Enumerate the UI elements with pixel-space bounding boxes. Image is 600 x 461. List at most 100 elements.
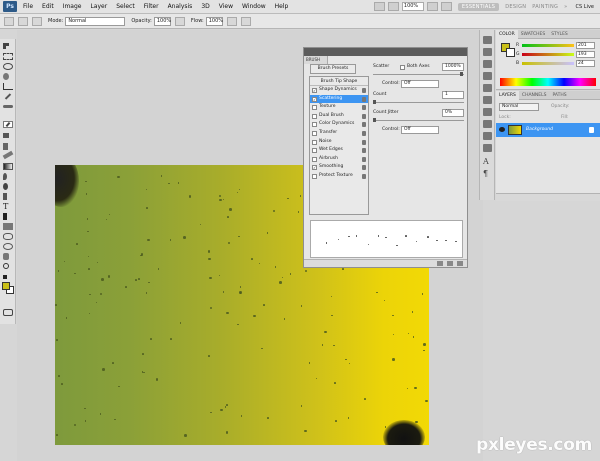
brush-tip-shape-item[interactable]: Brush Tip Shape bbox=[310, 77, 368, 86]
workspace-design[interactable]: DESIGN bbox=[505, 4, 526, 10]
layer-name[interactable]: Background bbox=[526, 127, 553, 132]
checkbox-airbrush[interactable] bbox=[312, 156, 317, 162]
lock-icon[interactable] bbox=[362, 105, 366, 111]
tab-layers[interactable]: LAYERS bbox=[496, 90, 519, 100]
layer-row-background[interactable]: Background bbox=[496, 123, 600, 137]
menu-select[interactable]: Select bbox=[116, 3, 135, 10]
tip-item-smoothing[interactable]: ✓ Smoothing bbox=[310, 163, 368, 172]
menu-filter[interactable]: Filter bbox=[144, 3, 159, 10]
clone-stamp-tool-icon[interactable] bbox=[3, 133, 13, 140]
hand-tool-icon[interactable] bbox=[3, 253, 13, 260]
r-value[interactable]: 201 bbox=[576, 42, 595, 49]
brush-panel-tab[interactable]: BRUSH bbox=[304, 56, 328, 64]
tab-styles[interactable]: STYLES bbox=[548, 32, 571, 37]
brush-tool-preset-icon[interactable] bbox=[4, 16, 14, 26]
brush-presets-panel-icon[interactable] bbox=[483, 120, 492, 128]
marquee-tool-icon[interactable] bbox=[3, 53, 13, 60]
workspace-painting[interactable]: PAINTING bbox=[532, 4, 558, 10]
scatter-slider-knob[interactable] bbox=[460, 72, 463, 76]
dodge-tool-icon[interactable] bbox=[3, 183, 13, 190]
brush-panel-titlebar[interactable] bbox=[304, 48, 467, 56]
brush-picker-icon[interactable] bbox=[18, 16, 28, 26]
move-tool-icon[interactable] bbox=[3, 43, 13, 50]
b-value[interactable]: 24 bbox=[576, 60, 595, 67]
tip-item-transfer[interactable]: Transfer bbox=[310, 129, 368, 138]
screen-mode-button[interactable] bbox=[440, 2, 452, 11]
checkbox-dual-brush[interactable] bbox=[312, 113, 317, 119]
scatter-slider[interactable] bbox=[373, 74, 464, 75]
lock-icon[interactable] bbox=[362, 173, 366, 179]
character-panel-icon[interactable]: A bbox=[483, 158, 492, 166]
lasso-tool-icon[interactable] bbox=[3, 63, 13, 70]
lock-icon[interactable] bbox=[362, 148, 366, 154]
checkbox-smoothing[interactable]: ✓ bbox=[312, 165, 317, 171]
pressure-opacity-icon[interactable] bbox=[174, 16, 185, 26]
panel-menu-icon[interactable] bbox=[457, 261, 463, 266]
tip-item-protect-texture[interactable]: Protect Texture bbox=[310, 172, 368, 181]
brush-panel-icon[interactable] bbox=[483, 108, 492, 116]
healing-brush-tool-icon[interactable] bbox=[3, 103, 13, 110]
zoom-tool-icon[interactable] bbox=[3, 263, 13, 270]
menu-edit[interactable]: Edit bbox=[42, 3, 54, 10]
cs-live-button[interactable]: CS Live bbox=[576, 4, 594, 10]
menu-image[interactable]: Image bbox=[63, 3, 82, 10]
brush-panel-toggle-icon[interactable] bbox=[32, 16, 42, 26]
toggle-hardness-icon[interactable] bbox=[437, 261, 443, 266]
both-axes-checkbox[interactable] bbox=[400, 65, 405, 70]
tip-item-shape-dynamics[interactable]: ✓ Shape Dynamics bbox=[310, 86, 368, 95]
color-spectrum-bar[interactable] bbox=[500, 78, 596, 86]
count-jitter-slider[interactable] bbox=[373, 120, 464, 121]
lock-icon[interactable] bbox=[362, 156, 366, 162]
bridge-button[interactable] bbox=[373, 2, 385, 11]
checkbox-color-dynamics[interactable] bbox=[312, 122, 317, 128]
menu-help[interactable]: Help bbox=[275, 3, 289, 10]
blur-tool-icon[interactable] bbox=[3, 173, 13, 180]
blend-mode-select[interactable]: Normal bbox=[499, 103, 539, 111]
tab-channels[interactable]: CHANNELS bbox=[519, 93, 550, 98]
count-jitter-field[interactable]: 0% bbox=[442, 109, 464, 117]
tab-paths[interactable]: PATHS bbox=[549, 93, 569, 98]
count-slider-knob[interactable] bbox=[373, 100, 376, 104]
tip-item-noise[interactable]: Noise bbox=[310, 138, 368, 147]
menu-window[interactable]: Window bbox=[242, 3, 266, 10]
lock-icon[interactable] bbox=[362, 130, 366, 136]
checkbox-transfer[interactable] bbox=[312, 130, 317, 136]
opacity-field[interactable]: 100% bbox=[153, 16, 171, 26]
paragraph-panel-icon[interactable]: ¶ bbox=[483, 170, 492, 178]
menu-3d[interactable]: 3D bbox=[201, 3, 209, 10]
menu-layer[interactable]: Layer bbox=[90, 3, 107, 10]
pen-tool-icon[interactable] bbox=[3, 193, 13, 200]
actions-panel-icon[interactable] bbox=[483, 96, 492, 104]
history-brush-tool-icon[interactable] bbox=[3, 143, 13, 150]
tip-item-color-dynamics[interactable]: Color Dynamics bbox=[310, 120, 368, 129]
tab-swatches[interactable]: SWATCHES bbox=[518, 32, 549, 37]
checkbox-noise[interactable] bbox=[312, 139, 317, 145]
checkbox-scattering[interactable]: ✓ bbox=[312, 96, 317, 102]
count-field[interactable]: 1 bbox=[442, 91, 464, 99]
tip-item-dual-brush[interactable]: Dual Brush bbox=[310, 112, 368, 121]
type-tool-icon[interactable]: T bbox=[3, 203, 13, 211]
zoom-level[interactable]: 100% bbox=[401, 2, 424, 11]
adjustments-panel-icon[interactable] bbox=[483, 60, 492, 68]
lock-icon[interactable] bbox=[362, 122, 366, 128]
count-jitter-slider-knob[interactable] bbox=[373, 118, 376, 122]
airbrush-icon[interactable] bbox=[226, 16, 237, 26]
3d-orbit-tool-icon[interactable] bbox=[3, 243, 13, 250]
background-color-chip[interactable] bbox=[506, 48, 515, 57]
g-value[interactable]: 193 bbox=[576, 51, 595, 58]
arrange-documents-button[interactable] bbox=[426, 2, 438, 11]
quick-selection-tool-icon[interactable] bbox=[3, 73, 13, 80]
count-slider[interactable] bbox=[373, 102, 464, 103]
control-select-2[interactable]: Off bbox=[401, 126, 439, 134]
lock-icon[interactable] bbox=[362, 96, 366, 102]
brush-tool-icon[interactable] bbox=[3, 121, 13, 128]
history-panel-icon[interactable] bbox=[483, 84, 492, 92]
lock-icon[interactable] bbox=[362, 165, 366, 171]
tip-item-wet-edges[interactable]: Wet Edges bbox=[310, 146, 368, 155]
shape-tool-icon[interactable] bbox=[3, 223, 13, 230]
tool-presets-panel-icon[interactable] bbox=[483, 144, 492, 152]
crop-tool-icon[interactable] bbox=[3, 83, 13, 90]
eye-icon[interactable] bbox=[499, 127, 505, 132]
control-select-1[interactable]: Off bbox=[401, 80, 439, 88]
path-selection-tool-icon[interactable] bbox=[3, 213, 13, 220]
